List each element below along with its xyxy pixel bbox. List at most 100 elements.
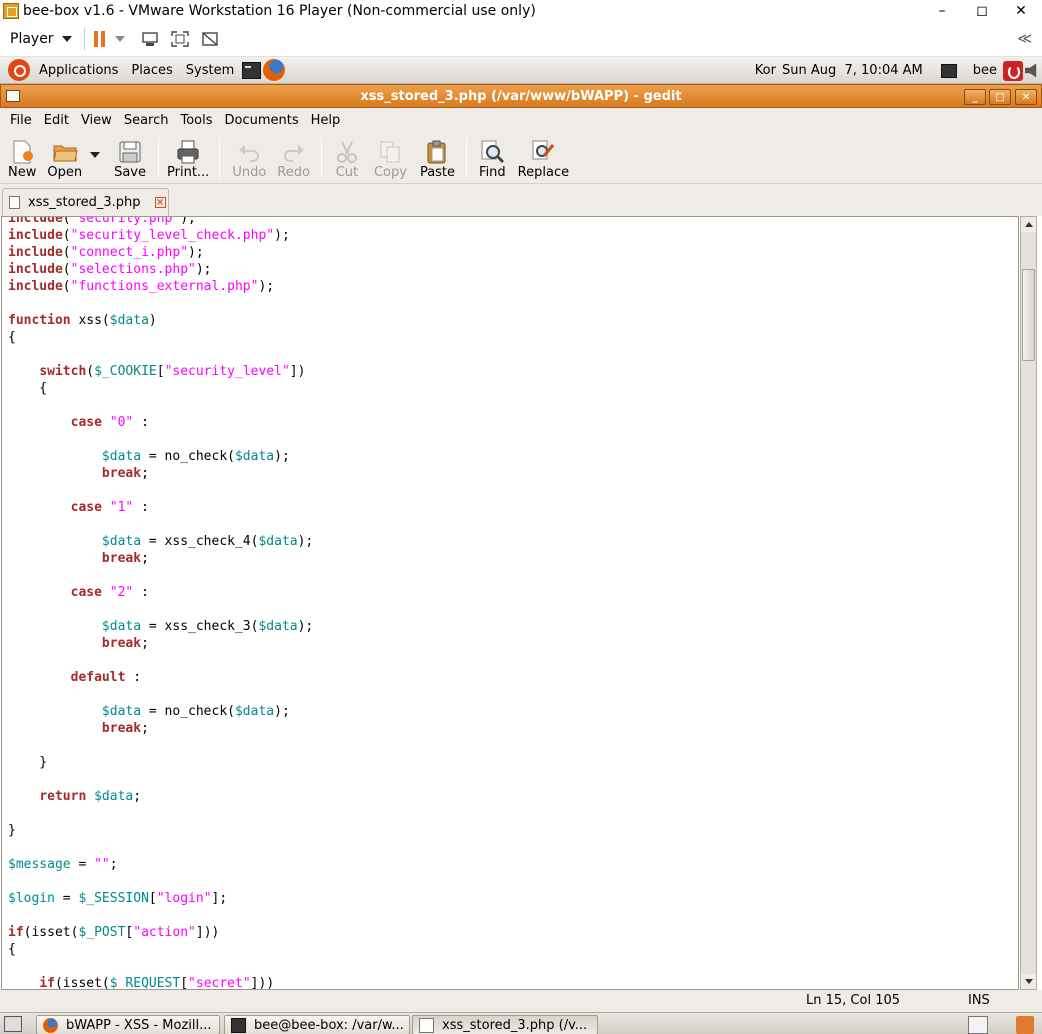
code-text: ; [141, 551, 149, 566]
paste-button[interactable]: Paste [420, 132, 455, 184]
menu-edit[interactable]: Edit [44, 113, 69, 128]
network-icon[interactable] [940, 63, 957, 78]
taskbar-item-firefox[interactable]: bWAPP - XSS - Mozill... [36, 1015, 220, 1034]
vm-maximize-button[interactable]: ◻ [962, 0, 1002, 22]
code-text: } [8, 823, 16, 838]
replace-button[interactable]: Replace [518, 132, 569, 184]
paste-label: Paste [419, 165, 456, 180]
new-button[interactable]: New [8, 132, 36, 184]
power-icon[interactable] [1003, 60, 1023, 81]
firefox-launcher-icon[interactable] [263, 59, 286, 81]
keyboard-layout-indicator[interactable]: Kor [755, 63, 776, 78]
vertical-scrollbar[interactable] [1020, 216, 1037, 990]
code-line: if(isset($_REQUEST["secret"])) [8, 975, 313, 990]
notes-tray-icon[interactable] [968, 1016, 988, 1034]
menu-documents[interactable]: Documents [225, 113, 299, 128]
document-icon [9, 196, 20, 209]
open-recent-dropdown[interactable] [90, 132, 101, 184]
pause-icon[interactable] [93, 31, 107, 47]
fullscreen-icon[interactable] [169, 29, 191, 49]
user-name[interactable]: bee [973, 63, 997, 78]
code-string: "" [94, 857, 110, 872]
code-text: ( [86, 364, 95, 379]
places-menu[interactable]: Places [131, 63, 172, 78]
gedit-close-button[interactable]: ✕ [1015, 89, 1037, 105]
code-editor[interactable]: include("security.php"); include("securit… [1, 216, 1019, 990]
collapse-toolbar-button[interactable]: ≪ [1017, 31, 1032, 47]
code-variable: $data [101, 534, 142, 549]
applications-menu[interactable]: Applications [39, 63, 118, 78]
show-desktop-icon[interactable] [4, 1016, 22, 1032]
player-menu-button[interactable]: Player [10, 31, 72, 47]
code-keyword: break [101, 551, 142, 566]
scroll-up-arrow-icon[interactable] [1021, 217, 1036, 232]
scroll-down-arrow-icon[interactable] [1021, 974, 1036, 989]
taskbar-item-terminal[interactable]: bee@bee-box: /var/w... [224, 1015, 410, 1034]
copy-button[interactable]: Copy [374, 132, 407, 184]
close-tab-icon[interactable]: × [154, 197, 166, 208]
terminal-launcher-icon[interactable] [242, 61, 262, 79]
taskbar-item-gedit[interactable]: xss_stored_3.php (/v... [412, 1015, 598, 1034]
volume-icon[interactable] [1025, 63, 1037, 78]
menu-file[interactable]: File [10, 113, 32, 128]
bottom-taskbar: bWAPP - XSS - Mozill... bee@bee-box: /va… [0, 1012, 1042, 1034]
scrollbar-thumb[interactable] [1022, 269, 1035, 361]
replace-label: Replace [517, 165, 570, 180]
vmware-window-title: bee-box v1.6 - VMware Workstation 16 Pla… [23, 3, 536, 19]
code-variable: $data [101, 704, 142, 719]
trash-icon[interactable] [1016, 1016, 1034, 1034]
code-text: (isset( [54, 976, 110, 990]
redo-icon [281, 139, 307, 165]
save-button[interactable]: Save [114, 132, 146, 184]
code-text: } [8, 755, 48, 770]
menu-view[interactable]: View [81, 113, 112, 128]
vm-close-button[interactable]: ✕ [1001, 0, 1041, 22]
menu-help[interactable]: Help [311, 113, 341, 128]
cursor-position[interactable]: Ln 15, Col 105 [806, 993, 900, 1008]
gedit-minimize-button[interactable]: _ [964, 89, 986, 105]
gedit-title-bar: xss_stored_3.php (/var/www/bWAPP) - gedi… [0, 84, 1042, 108]
insert-mode-indicator: INS [968, 993, 990, 1008]
unity-mode-icon[interactable] [199, 29, 221, 49]
code-text: = [54, 891, 79, 906]
print-button[interactable]: Print... [167, 132, 209, 184]
open-button[interactable]: Open [47, 132, 82, 184]
code-line: { [8, 380, 313, 397]
code-keyword: include [8, 245, 63, 260]
find-button[interactable]: Find [479, 132, 506, 184]
code-keyword: case [70, 415, 102, 430]
gedit-menubar: File Edit View Search Tools Documents He… [0, 108, 1042, 132]
code-string: "1" [109, 500, 134, 515]
menu-tools[interactable]: Tools [180, 113, 212, 128]
tab-xss-stored-3[interactable]: xss_stored_3.php × [2, 188, 169, 216]
clock[interactable]: Sun Aug 7, 10:04 AM [782, 63, 923, 78]
redo-button[interactable]: Redo [277, 132, 310, 184]
gedit-app-icon[interactable] [6, 90, 20, 102]
undo-button[interactable]: Undo [232, 132, 266, 184]
power-options-chevron-icon[interactable] [114, 36, 125, 42]
vm-minimize-button[interactable]: – [922, 0, 962, 22]
code-text: { [8, 942, 16, 957]
code-keyword: switch [39, 364, 87, 379]
code-text: ); [188, 245, 204, 260]
code-variable: $data [258, 619, 298, 634]
gedit-window-title: xss_stored_3.php (/var/www/bWAPP) - gedi… [360, 88, 682, 104]
menu-search[interactable]: Search [124, 113, 169, 128]
gedit-maximize-button[interactable]: □ [989, 89, 1011, 105]
gnome-top-panel: Applications Places System Kor Sun Aug 7… [0, 57, 1042, 84]
print-label: Print... [167, 165, 210, 180]
cut-button[interactable]: Cut [334, 132, 360, 184]
redo-label: Redo [277, 165, 310, 180]
code-text: (isset( [23, 925, 79, 940]
system-menu[interactable]: System [186, 63, 234, 78]
send-ctrl-alt-del-icon[interactable] [139, 29, 161, 49]
code-line: if(isset($_POST["action"])) [8, 924, 313, 941]
